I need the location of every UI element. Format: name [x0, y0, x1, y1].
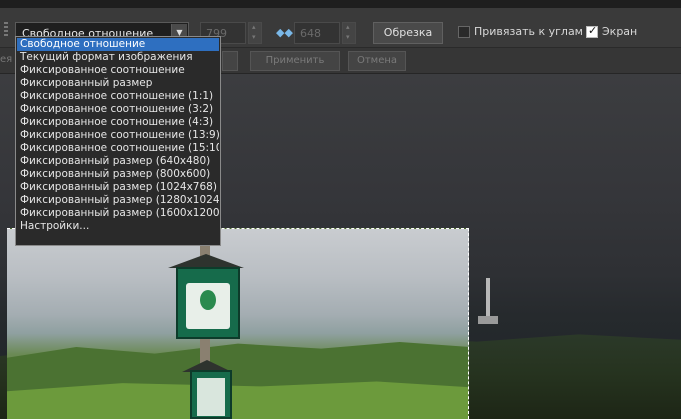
toolbar2-edge-glyph: ея	[0, 54, 13, 65]
dropdown-item-current-format[interactable]: Текущий формат изображения	[17, 51, 219, 64]
dropdown-item-size-1600x1200[interactable]: Фиксированный размер (1600x1200)	[17, 207, 219, 220]
sign-board	[176, 267, 240, 339]
cancel-button[interactable]: Отмена	[348, 51, 406, 71]
snap-corners-checkbox[interactable]	[458, 26, 470, 38]
dropdown-item-settings[interactable]: Настройки...	[17, 220, 219, 233]
dropdown-item-free-ratio[interactable]: Свободное отношение	[17, 38, 219, 51]
dropdown-item-ratio-1-1[interactable]: Фиксированное соотношение (1:1)	[17, 90, 219, 103]
dropdown-item-ratio-15-10[interactable]: Фиксированное соотношение (15:10)	[17, 142, 219, 155]
height-input[interactable]: 648	[294, 22, 340, 44]
dropdown-item-size-1024x768[interactable]: Фиксированный размер (1024x768)	[17, 181, 219, 194]
dropdown-item-fixed-ratio[interactable]: Фиксированное соотношение	[17, 64, 219, 77]
dropdown-item-fixed-size[interactable]: Фиксированный размер	[17, 77, 219, 90]
snap-corners-label: Привязать к углам	[474, 25, 583, 38]
dropdown-item-ratio-13-9[interactable]: Фиксированное соотношение (13:9)	[17, 129, 219, 142]
link-dimensions-icon[interactable]: ◆◆	[276, 26, 293, 39]
tower-base	[478, 316, 498, 324]
emblem-icon	[200, 290, 216, 310]
height-stepper[interactable]	[342, 22, 356, 44]
dropdown-item-size-640x480[interactable]: Фиксированный размер (640x480)	[17, 155, 219, 168]
apply-button[interactable]: Применить	[250, 51, 340, 71]
sign-board-lower	[190, 370, 232, 419]
sign-panel-lower	[197, 378, 225, 416]
dropdown-item-size-800x600[interactable]: Фиксированный размер (800x600)	[17, 168, 219, 181]
window-top-strip	[0, 0, 681, 8]
dropdown-item-ratio-3-2[interactable]: Фиксированное соотношение (3:2)	[17, 103, 219, 116]
hidden-button[interactable]	[222, 51, 238, 71]
dropdown-item-size-1280x1024[interactable]: Фиксированный размер (1280x1024)	[17, 194, 219, 207]
sign-panel	[186, 283, 230, 329]
width-stepper[interactable]	[248, 22, 262, 44]
dropdown-item-ratio-4-3[interactable]: Фиксированное соотношение (4:3)	[17, 116, 219, 129]
screen-checkbox[interactable]	[586, 24, 598, 38]
crop-button[interactable]: Обрезка	[373, 22, 443, 44]
screen-label: Экран	[602, 25, 638, 38]
toolbar-grip-icon[interactable]	[4, 22, 8, 38]
crop-mode-dropdown: Свободное отношение Текущий формат изобр…	[15, 36, 221, 246]
